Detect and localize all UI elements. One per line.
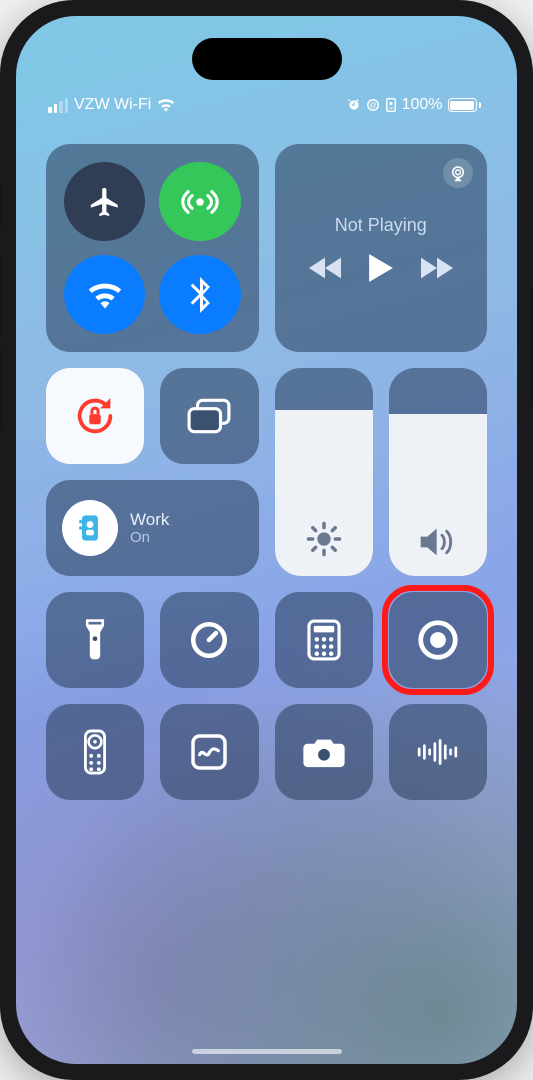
flashlight-button[interactable] [46,592,144,688]
forward-button[interactable] [421,257,453,279]
orientation-lock-icon [72,393,118,439]
bluetooth-button[interactable] [159,255,240,334]
volume-slider[interactable] [389,368,487,576]
volume-up-button-hw [0,256,2,334]
battery-percentage: 100% [402,96,443,114]
now-playing-label: Not Playing [335,215,427,236]
alarm-icon [347,98,361,112]
wifi-button[interactable] [64,255,145,334]
home-indicator[interactable] [192,1049,342,1054]
dynamic-island [192,38,342,80]
camera-icon [302,735,346,769]
media-tile[interactable]: Not Playing [275,144,488,352]
phone-frame: VZW Wi-Fi @ 100% [0,0,533,1080]
play-button[interactable] [369,254,393,282]
rewind-button[interactable] [309,257,341,279]
calculator-button[interactable] [275,592,373,688]
svg-text:@: @ [369,102,376,109]
mute-switch [0,186,2,226]
screen-mirroring-icon [187,398,231,434]
timer-button[interactable] [160,592,258,688]
focus-state: On [130,529,169,546]
volume-icon [418,526,458,558]
voice-memos-icon [415,737,461,767]
focus-icon [62,500,118,556]
calculator-icon [307,619,341,661]
orientation-lock-button[interactable] [46,368,144,464]
battery-icon [448,98,482,112]
timer-icon [188,619,230,661]
wifi-icon [157,98,175,112]
airplane-mode-button[interactable] [64,162,145,241]
orientation-indicator-icon: @ [366,98,380,112]
connectivity-tile[interactable] [46,144,259,352]
volume-down-button-hw [0,350,2,428]
carrier-label: VZW Wi-Fi [74,96,151,114]
screen-mirroring-button[interactable] [160,368,258,464]
brightness-icon [305,520,343,558]
focus-tile[interactable]: Work On [46,480,259,576]
voice-memos-button[interactable] [389,704,487,800]
screen-record-icon [416,618,460,662]
quick-note-button[interactable] [160,704,258,800]
screen-record-button[interactable] [389,592,487,688]
brightness-slider[interactable] [275,368,373,576]
cellular-data-button[interactable] [159,162,240,241]
apple-tv-remote-button[interactable] [46,704,144,800]
flashlight-icon [82,618,108,662]
apple-tv-remote-icon [83,729,107,775]
screen: VZW Wi-Fi @ 100% [16,16,517,1064]
camera-button[interactable] [275,704,373,800]
contact-key-icon [385,98,397,112]
focus-name: Work [130,510,169,530]
freeform-icon [189,732,229,772]
cellular-signal-icon [48,98,68,113]
airplay-button[interactable] [443,158,473,188]
control-center: Not Playing [46,144,487,800]
